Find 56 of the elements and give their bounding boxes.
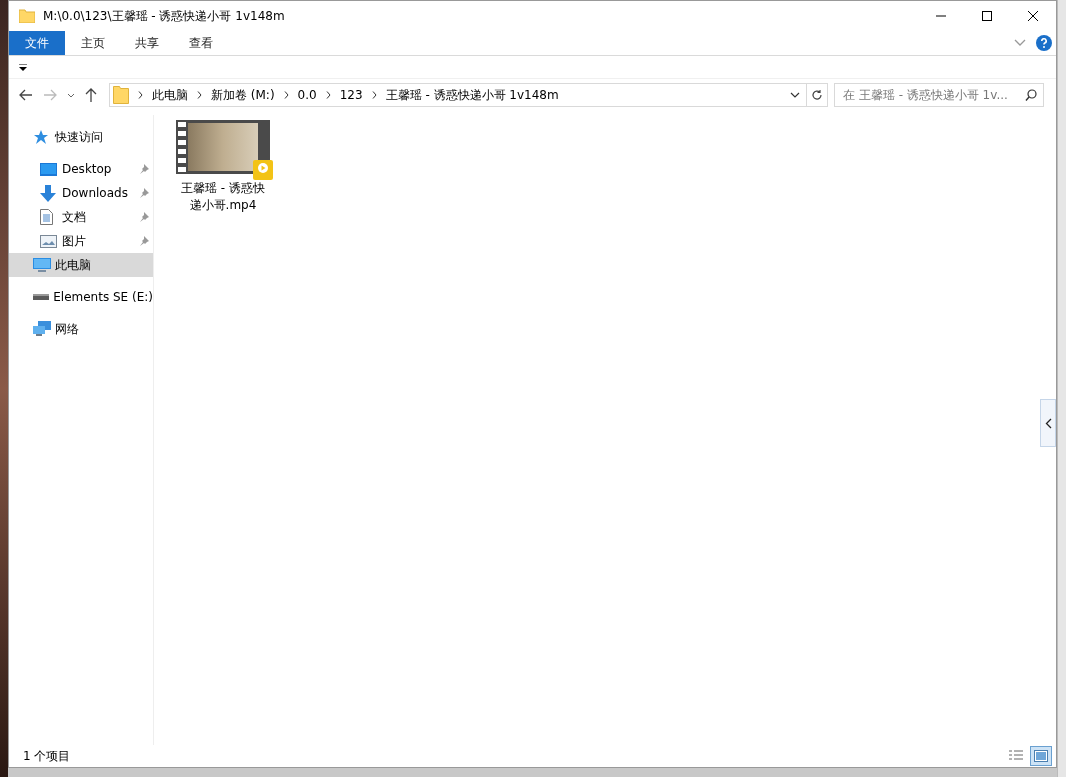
chevron-right-icon[interactable]: [325, 91, 331, 99]
player-badge-icon: [253, 160, 273, 180]
customize-toolbar-icon[interactable]: [19, 63, 27, 71]
ribbon-tab[interactable]: 共享: [121, 31, 173, 55]
sidebar-item[interactable]: 快速访问: [9, 125, 153, 149]
folder-icon: [113, 86, 129, 104]
recent-locations-icon[interactable]: [67, 92, 75, 98]
pin-icon[interactable]: [139, 236, 149, 246]
download-arrow-icon: [40, 184, 56, 202]
search-field[interactable]: 在 王馨瑶 - 诱惑快递小哥 1v...: [834, 83, 1044, 107]
sidebar-item[interactable]: 此电脑: [9, 253, 153, 277]
chevron-right-icon[interactable]: [371, 91, 377, 99]
sidebar-item[interactable]: 网络: [9, 317, 153, 341]
address-bar[interactable]: 此电脑 新加卷 (M:) 0.0 123 王馨瑶 - 诱惑快递小哥 1v148m: [109, 83, 807, 107]
refresh-icon[interactable]: [811, 89, 823, 101]
drive-icon: [33, 293, 49, 301]
close-icon[interactable]: [1028, 11, 1038, 21]
network-icon: [33, 321, 51, 337]
chevron-right-icon[interactable]: [138, 91, 143, 99]
pin-icon[interactable]: [139, 212, 149, 222]
pin-icon[interactable]: [139, 188, 149, 198]
ribbon-tab[interactable]: 文件: [9, 31, 65, 55]
breadcrumb-item[interactable]: 新加卷 (M:): [211, 86, 275, 104]
sidebar-item[interactable]: Desktop: [9, 157, 153, 181]
maximize-icon[interactable]: [982, 11, 992, 21]
ribbon-tab[interactable]: 主页: [67, 31, 119, 55]
item-count: 1 个项目: [23, 747, 71, 765]
folder-icon: [19, 9, 35, 23]
sidebar-item[interactable]: 图片: [9, 229, 153, 253]
photo-placeholder: [188, 123, 258, 171]
help-icon[interactable]: [1036, 35, 1052, 51]
dropdown-icon[interactable]: [790, 92, 800, 98]
ribbon-tab[interactable]: 查看: [175, 31, 227, 55]
document-icon: [40, 209, 53, 225]
breadcrumb-item[interactable]: 王馨瑶 - 诱惑快递小哥 1v148m: [385, 86, 559, 104]
sidebar-item[interactable]: 文档: [9, 205, 153, 229]
monitor-icon: [33, 257, 51, 273]
chevron-right-icon[interactable]: [197, 91, 202, 99]
star-icon: [33, 129, 49, 145]
breadcrumb-item[interactable]: 0.0: [297, 88, 317, 102]
chevron-left-icon[interactable]: [1044, 417, 1052, 429]
refresh-button[interactable]: [806, 83, 828, 107]
search-icon[interactable]: [1025, 89, 1037, 101]
desktop-icon: [40, 162, 57, 176]
breadcrumb-item[interactable]: 此电脑: [152, 86, 188, 104]
picture-icon: [40, 234, 57, 248]
pin-icon[interactable]: [139, 164, 149, 174]
breadcrumb-item[interactable]: 123: [339, 88, 363, 102]
sidebar-item[interactable]: Downloads: [9, 181, 153, 205]
window-title: M:\0.0\123\王馨瑶 - 诱惑快递小哥 1v148m: [43, 7, 285, 25]
file-item[interactable]: 王馨瑶 - 诱惑快递小哥.mp4: [172, 119, 274, 215]
back-arrow-icon[interactable]: [19, 89, 33, 101]
sidebar-item[interactable]: Elements SE (E:): [9, 285, 153, 309]
chevron-right-icon[interactable]: [283, 91, 289, 99]
up-arrow-icon[interactable]: [85, 88, 97, 102]
expand-ribbon-icon[interactable]: [1014, 39, 1026, 47]
